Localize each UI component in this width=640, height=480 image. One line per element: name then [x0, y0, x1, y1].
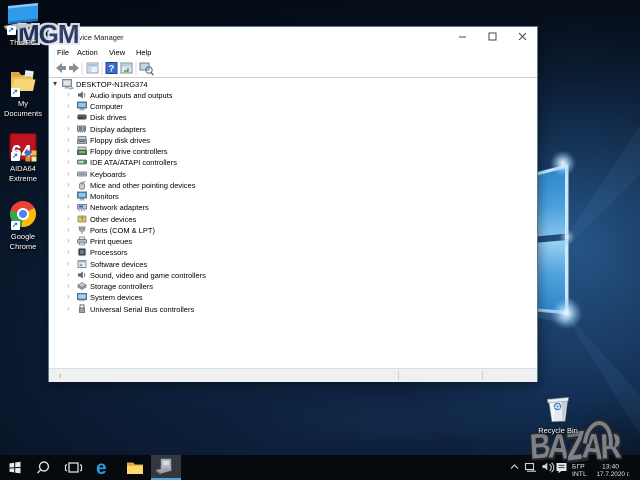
svg-text:e: e — [96, 458, 107, 479]
svg-text:?: ? — [80, 217, 83, 223]
svg-text:17.7.2020 г.: 17.7.2020 г. — [597, 471, 631, 478]
svg-text:INTL: INTL — [572, 471, 587, 478]
svg-text:?: ? — [109, 64, 115, 74]
